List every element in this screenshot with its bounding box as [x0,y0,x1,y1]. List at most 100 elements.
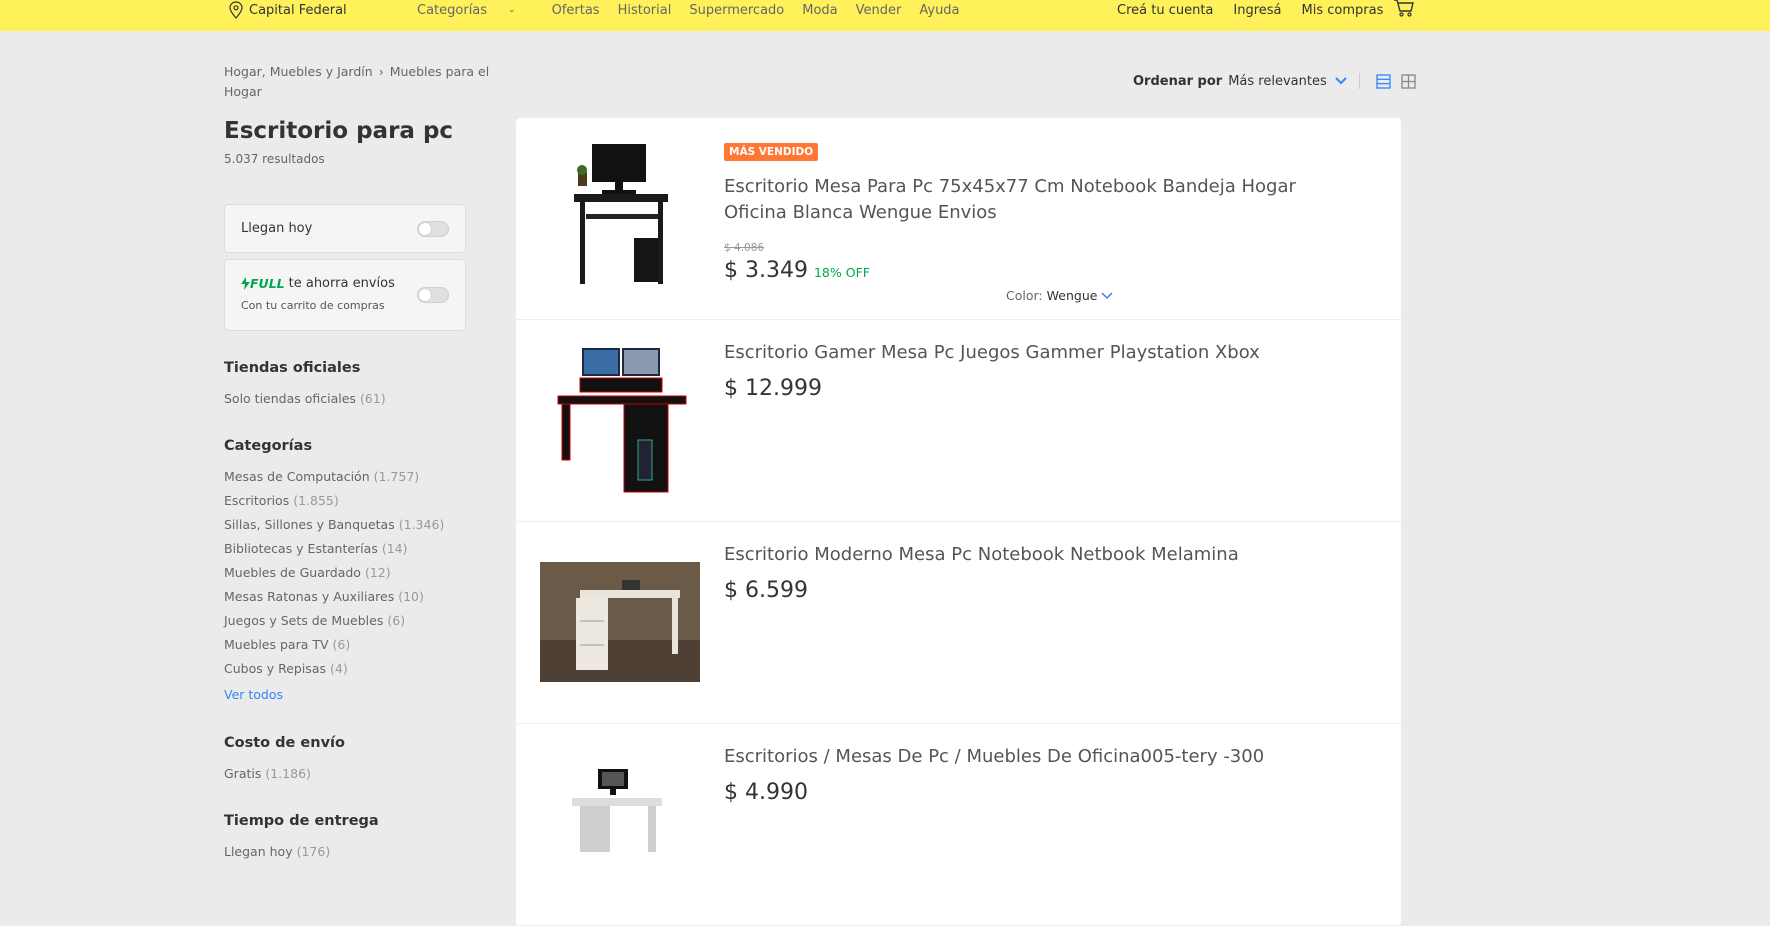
product-price-value: $ 3.349 [724,258,808,283]
product-title[interactable]: Escritorio Gamer Mesa Pc Juegos Gammer P… [724,340,1364,366]
color-selector[interactable]: Color: Wengue [1006,288,1113,303]
category-link[interactable]: Muebles de Guardado (12) [224,565,391,580]
location-label: Capital Federal [249,2,347,18]
product-price: $ 6.599 [724,578,808,603]
category-label: Escritorios [224,493,290,508]
results-count: 5.037 resultados [224,152,325,166]
category-count: (14) [381,541,408,556]
product-title[interactable]: Escritorio Moderno Mesa Pc Notebook Netb… [724,542,1364,568]
cart-button[interactable] [1393,0,1415,22]
location-pin-icon [229,1,243,19]
full-toggle[interactable] [417,287,449,303]
filter-full-label: FULL te ahorra envíos [241,276,395,291]
color-value: Wengue [1046,288,1098,303]
category-label: Muebles para TV [224,637,329,652]
main-nav: Categorías ⌄ Ofertas Historial Supermerca… [417,0,978,20]
full-subtext: Con tu carrito de compras [241,299,385,312]
full-badge: FULL [241,276,285,291]
filter-count: (1.186) [265,766,311,781]
product-image[interactable] [540,140,700,290]
llegan-hoy-toggle[interactable] [417,221,449,237]
product-item[interactable]: Escritorio Moderno Mesa Pc Notebook Netb… [516,522,1401,724]
page-title: Escritorio para pc [224,118,454,144]
product-title[interactable]: Escritorio Mesa Para Pc 75x45x77 Cm Note… [724,174,1364,226]
sort-dropdown[interactable]: Más relevantes [1228,74,1327,89]
category-count: (1.855) [293,493,339,508]
color-label: Color: [1006,288,1043,303]
login-link[interactable]: Ingresá [1233,3,1281,18]
breadcrumb-parent[interactable]: Hogar, Muebles y Jardín [224,64,373,79]
category-count: (12) [364,565,391,580]
category-count: (1.346) [398,517,445,532]
category-count: (6) [332,637,351,652]
chevron-right-icon: › [378,64,384,79]
cart-icon [1394,0,1414,17]
product-item[interactable]: Escritorio Gamer Mesa Pc Juegos Gammer P… [516,320,1401,522]
category-label: Mesas Ratonas y Auxiliares [224,589,395,604]
category-link[interactable]: Muebles para TV (6) [224,637,350,652]
nav-supermercado[interactable]: Supermercado [689,3,784,18]
product-price: $ 4.990 [724,780,808,805]
nav-historial[interactable]: Historial [618,3,672,18]
discount-label: 18% OFF [813,265,870,280]
list-view-icon [1376,73,1391,89]
category-label: Cubos y Repisas [224,661,326,676]
category-link[interactable]: Bibliotecas y Estanterías (14) [224,541,408,556]
nav-moda[interactable]: Moda [802,3,837,18]
lightning-icon [241,277,250,290]
results-list: MÁS VENDIDO Escritorio Mesa Para Pc 75x4… [516,118,1401,926]
category-link[interactable]: Juegos y Sets de Muebles (6) [224,613,405,628]
user-nav: Creá tu cuenta Ingresá Mis compras [1117,0,1403,20]
sort-bar: Ordenar por Más relevantes [1133,72,1426,90]
category-link[interactable]: Sillas, Sillones y Banquetas (1.346) [224,517,444,532]
filter-full: FULL te ahorra envíos Con tu carrito de … [224,259,466,331]
best-seller-badge: MÁS VENDIDO [724,143,819,161]
category-label: Bibliotecas y Estanterías [224,541,378,556]
create-account-link[interactable]: Creá tu cuenta [1117,3,1213,18]
product-price: $ 12.999 [724,376,822,401]
product-item[interactable]: Escritorios / Mesas De Pc / Muebles De O… [516,724,1401,926]
nav-categorias[interactable]: Categorías ⌄ [417,3,534,18]
category-label: Muebles de Guardado [224,565,361,580]
product-image[interactable] [540,344,700,494]
category-count: (4) [330,661,348,676]
category-label: Juegos y Sets de Muebles [224,613,384,628]
filter-envio-gratis[interactable]: Gratis (1.186) [224,766,311,781]
nav-categorias-label: Categorías [417,2,488,18]
top-header: Capital Federal Categorías ⌄ Ofertas Hist… [0,0,1770,31]
filter-tiendas-oficiales[interactable]: Solo tiendas oficiales (61) [224,391,386,406]
product-image[interactable] [540,764,700,854]
my-purchases-link[interactable]: Mis compras [1302,3,1384,18]
grid-view-button[interactable] [1401,73,1416,89]
full-text: te ahorra envíos [288,276,395,291]
category-link[interactable]: Escritorios (1.855) [224,493,339,508]
product-old-price: $ 4.086 [724,242,765,254]
chevron-down-icon [1101,291,1113,299]
category-label: Mesas de Computación [224,469,370,484]
sort-label: Ordenar por [1133,73,1223,89]
product-item[interactable]: MÁS VENDIDO Escritorio Mesa Para Pc 75x4… [516,118,1401,320]
location-selector[interactable]: Capital Federal [229,0,347,20]
category-link[interactable]: Mesas Ratonas y Auxiliares (10) [224,589,424,604]
product-title[interactable]: Escritorios / Mesas De Pc / Muebles De O… [724,744,1364,770]
ver-todos-link[interactable]: Ver todos [224,687,283,702]
breadcrumb: Hogar, Muebles y Jardín › Muebles para el … [224,62,494,102]
chevron-down-icon[interactable] [1335,77,1347,85]
full-brand: FULL [250,276,285,291]
filter-count: (61) [359,391,386,406]
divider [1358,73,1360,89]
filter-link-label: Solo tiendas oficiales [224,391,356,406]
product-image[interactable] [540,562,700,682]
category-count: (1.757) [373,469,420,484]
tiendas-title: Tiendas oficiales [224,360,361,376]
nav-ofertas[interactable]: Ofertas [552,3,600,18]
category-link[interactable]: Cubos y Repisas (4) [224,661,348,676]
chevron-down-icon: ⌄ [508,5,516,15]
category-link[interactable]: Mesas de Computación (1.757) [224,469,419,484]
list-view-button[interactable] [1376,73,1391,89]
nav-vender[interactable]: Vender [856,3,902,18]
entrega-title: Tiempo de entrega [224,813,379,829]
envio-title: Costo de envío [224,735,345,751]
nav-ayuda[interactable]: Ayuda [919,3,959,18]
category-count: (10) [398,589,424,604]
